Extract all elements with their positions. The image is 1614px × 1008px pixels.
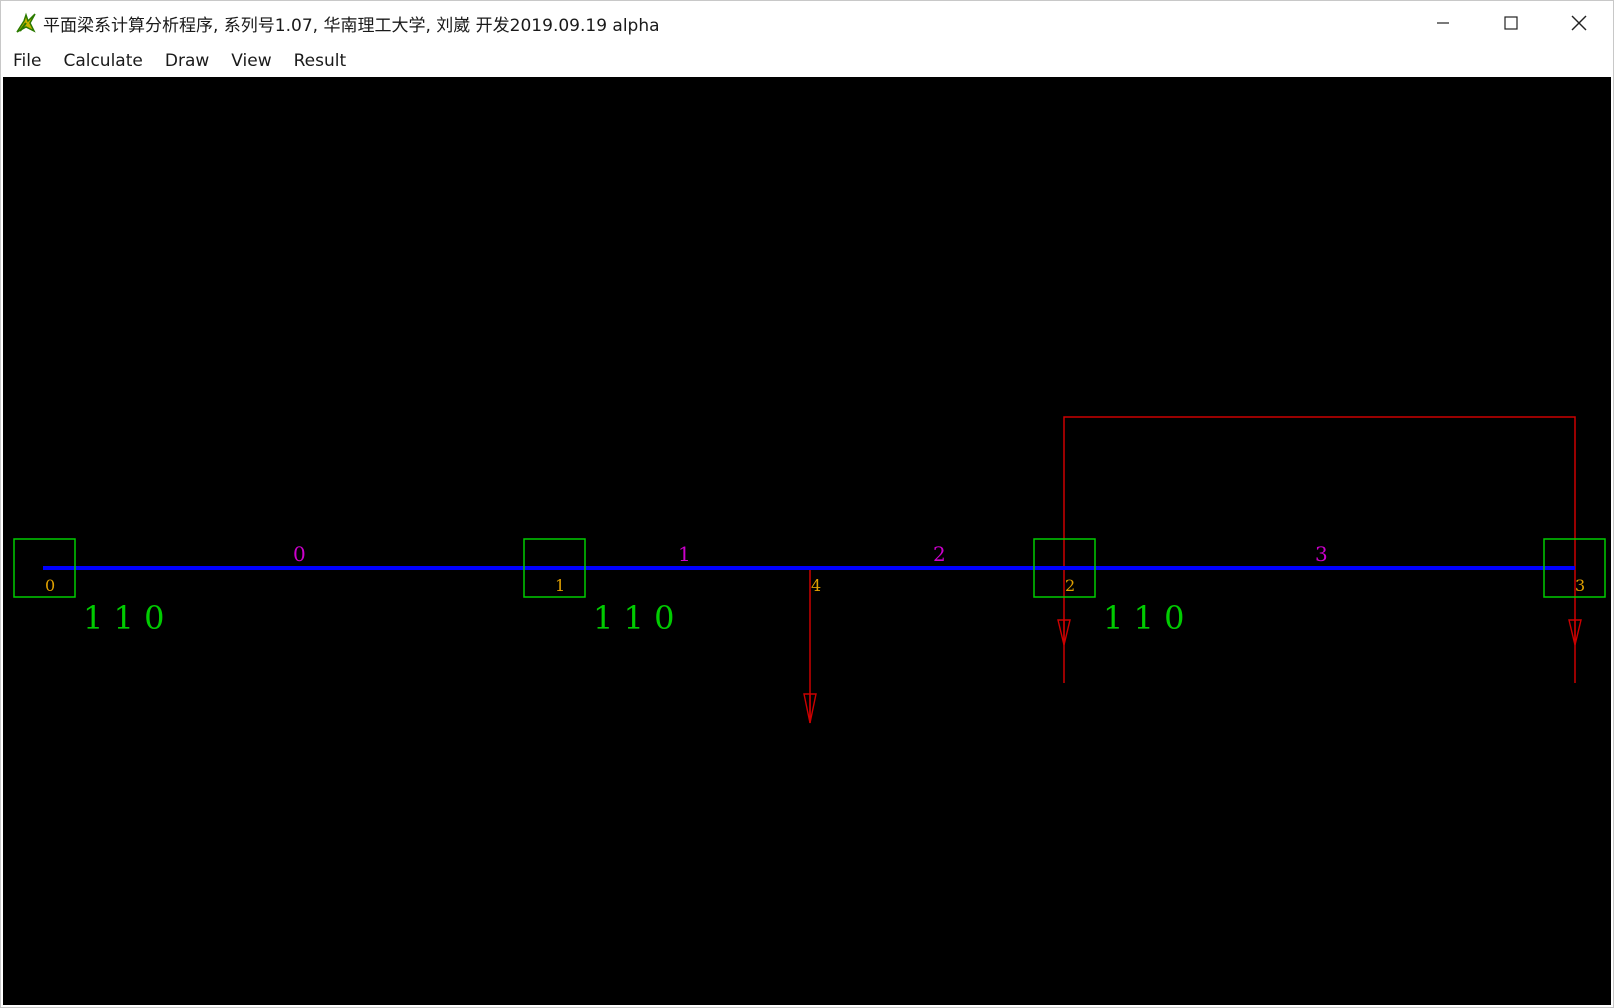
load-arrow-node3-icon bbox=[1568, 619, 1582, 646]
menu-result[interactable]: Result bbox=[284, 45, 357, 77]
menu-view[interactable]: View bbox=[221, 45, 281, 77]
element-label-1: 1 bbox=[678, 542, 691, 566]
constraint-label-2: 1 1 0 bbox=[1103, 599, 1184, 637]
menu-bar: File Calculate Draw View Result bbox=[1, 45, 1613, 77]
element-label-3: 3 bbox=[1315, 542, 1328, 566]
constraint-label-1: 1 1 0 bbox=[593, 599, 674, 637]
title-bar[interactable]: 平面梁系计算分析程序, 系列号1.07, 华南理工大学, 刘崴 开发2019.0… bbox=[1, 1, 1613, 45]
menu-calculate[interactable]: Calculate bbox=[53, 45, 152, 77]
app-logo-icon bbox=[16, 12, 36, 33]
point-load-arrow-icon bbox=[803, 693, 817, 724]
element-label-0: 0 bbox=[293, 542, 306, 566]
minimize-icon bbox=[1437, 22, 1449, 24]
load-arrow-node2-icon bbox=[1057, 619, 1071, 646]
load-point-label: 4 bbox=[811, 576, 821, 595]
close-icon bbox=[1571, 15, 1587, 31]
beam-model-drawing[interactable]: 0 1 2 3 4 0 1 2 3 1 1 0 1 1 0 1 1 0 bbox=[3, 77, 1611, 1005]
menu-draw[interactable]: Draw bbox=[155, 45, 219, 77]
constraint-label-0: 1 1 0 bbox=[83, 599, 164, 637]
node-label-0: 0 bbox=[45, 576, 55, 595]
element-label-2: 2 bbox=[933, 542, 946, 566]
node-label-2: 2 bbox=[1065, 576, 1075, 595]
window-title: 平面梁系计算分析程序, 系列号1.07, 华南理工大学, 刘崴 开发2019.0… bbox=[43, 16, 660, 36]
maximize-button[interactable] bbox=[1477, 1, 1545, 45]
maximize-icon bbox=[1504, 16, 1518, 30]
app-window: 平面梁系计算分析程序, 系列号1.07, 华南理工大学, 刘崴 开发2019.0… bbox=[0, 0, 1614, 1008]
drawing-canvas[interactable]: 0 1 2 3 4 0 1 2 3 1 1 0 1 1 0 1 1 0 bbox=[3, 77, 1611, 1005]
node-label-3: 3 bbox=[1575, 576, 1585, 595]
minimize-button[interactable] bbox=[1409, 1, 1477, 45]
node-label-1: 1 bbox=[555, 576, 565, 595]
menu-file[interactable]: File bbox=[3, 45, 51, 77]
close-button[interactable] bbox=[1545, 1, 1613, 45]
